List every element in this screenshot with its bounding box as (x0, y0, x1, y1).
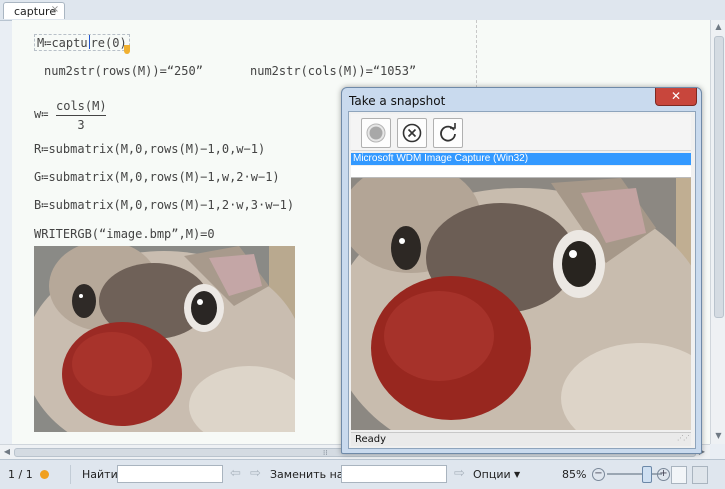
page-indicator: 1 / 1 (8, 468, 33, 481)
refresh-button[interactable] (433, 118, 463, 148)
fraction-numerator: cols(M) (56, 99, 107, 113)
record-button[interactable] (361, 118, 391, 148)
tab-close-icon[interactable]: × (49, 4, 61, 16)
tab-capture[interactable]: capture × (3, 2, 65, 19)
scroll-up-icon[interactable]: ▲ (714, 22, 723, 32)
zoom-slider-knob[interactable] (642, 466, 652, 483)
region-w-fraction[interactable]: cols(M) 3 (56, 99, 107, 132)
bear-picture (34, 246, 295, 432)
region-w-lhs[interactable]: w≔ (34, 107, 48, 121)
vertical-scrollbar[interactable]: ▲ ▼ (710, 20, 725, 444)
region-writergb[interactable]: WRITERGB(“image.bmp”,M)=0 (34, 227, 215, 241)
options-dropdown-icon[interactable]: ▼ (514, 470, 520, 479)
scroll-grip-icon: ⁞⁞ (323, 449, 328, 457)
find-prev-icon[interactable]: ⇦ (230, 466, 241, 481)
snapshot-dialog: Take a snapshot ✕ Microsoft WDM Image Ca… (341, 87, 702, 454)
dialog-status-bar: Ready ⋰⋰ (351, 432, 691, 446)
camera-preview (351, 178, 691, 430)
zoom-in-icon[interactable]: + (657, 468, 670, 481)
scroll-left-icon[interactable]: ◀ (2, 446, 12, 458)
dialog-toolbar (351, 114, 691, 151)
region-capture[interactable]: M≔captu re(0) (34, 34, 130, 51)
cancel-icon (402, 123, 422, 143)
dialog-status-text: Ready (355, 434, 387, 445)
zoom-out-icon[interactable]: − (592, 468, 605, 481)
text-cursor (88, 35, 90, 49)
cancel-button[interactable] (397, 118, 427, 148)
options-button[interactable]: Опции (473, 468, 511, 481)
record-icon (366, 123, 386, 143)
region-marker (124, 45, 130, 54)
calc-status-icon (40, 470, 49, 479)
zoom-slider-track[interactable] (607, 473, 662, 475)
tab-strip: capture × (0, 0, 725, 21)
region-g[interactable]: G≔submatrix(M,0,rows(M)−1,w,2·w−1) (34, 170, 280, 184)
dialog-body: Microsoft WDM Image Capture (Win32) Read… (348, 111, 696, 449)
region-rows[interactable]: num2str(rows(M))=“250” (44, 64, 203, 78)
region-b[interactable]: B≔submatrix(M,0,rows(M)−1,2·w,3·w−1) (34, 198, 294, 212)
device-list-item-empty[interactable] (351, 166, 691, 178)
dialog-close-button[interactable]: ✕ (655, 88, 697, 106)
device-list-item-selected[interactable]: Microsoft WDM Image Capture (Win32) (351, 153, 691, 165)
dialog-title: Take a snapshot (349, 94, 446, 108)
vertical-scroll-thumb[interactable] (714, 36, 724, 318)
region-r[interactable]: R≔submatrix(M,0,rows(M)−1,0,w−1) (34, 142, 265, 156)
replace-icon[interactable]: ⇨ (454, 466, 465, 481)
replace-label: Заменить на: (270, 468, 348, 481)
fraction-bar (56, 115, 106, 116)
find-next-icon[interactable]: ⇨ (250, 466, 261, 481)
find-label: Найти: (82, 468, 122, 481)
page-view-icon[interactable] (671, 466, 687, 484)
divider (70, 465, 71, 484)
find-input[interactable] (117, 465, 223, 483)
zoom-level: 85% (562, 468, 587, 481)
fraction-denominator: 3 (77, 118, 85, 132)
region-cols[interactable]: num2str(cols(M))=“1053” (250, 64, 416, 78)
preview-picture (351, 178, 691, 430)
capture-expr-end: re(0) (90, 36, 127, 50)
capture-expr-start: M≔captu (37, 36, 88, 50)
status-bar: 1 / 1 Найти: ⇦ ⇨ Заменить на: ⇨ Опции ▼ … (0, 459, 725, 489)
captured-image[interactable] (34, 246, 295, 432)
replace-input[interactable] (341, 465, 447, 483)
draft-view-icon[interactable] (692, 466, 708, 484)
refresh-icon (440, 123, 456, 142)
scroll-down-icon[interactable]: ▼ (714, 431, 723, 441)
resize-grip-icon[interactable]: ⋰⋰ (677, 431, 690, 445)
